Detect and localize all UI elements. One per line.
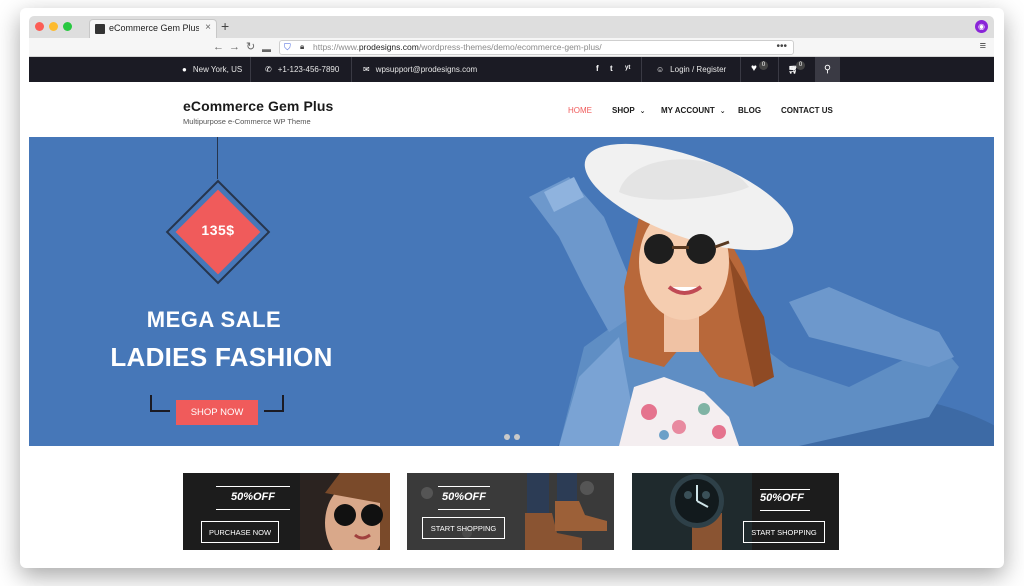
chevron-down-icon: ⌄ [719,108,726,115]
address-bar[interactable]: ⛉ 🔒︎ https://www.prodesigns.com/wordpres… [279,40,794,55]
menu-item-blog[interactable]: BLOG [738,106,761,115]
promo-image-watch [632,473,752,550]
hero-headline-1: MEGA SALE [146,307,282,332]
url-prefix: https://www. [313,42,359,52]
purchase-now-button[interactable]: PURCHASE NOW [201,521,279,543]
location-text: New York, US [192,65,243,74]
url-domain: prodesigns.com [358,42,419,52]
user-icon: ☺ [656,65,665,74]
slider-dot[interactable] [514,434,520,440]
reload-icon[interactable]: ↻ [246,40,255,54]
hero-slider: 135$ MEGA SALE LADIES FASHION SHOP NOW [29,137,994,446]
phone-text: +1-123-456-7890 [277,65,340,74]
divider [760,489,810,490]
promo-card[interactable]: 50%OFF START SHOPPING [632,473,839,550]
divider [216,509,290,510]
menu-item-label: SHOP [612,106,635,115]
site-title[interactable]: eCommerce Gem Plus [183,98,333,114]
divider [438,486,490,487]
close-window-button[interactable] [35,22,44,31]
promo-card[interactable]: 50%OFF START SHOPPING [407,473,614,550]
phone-icon: ✆ [265,65,272,74]
tab-title: eCommerce Gem Plus – P [109,23,199,33]
divider [740,57,741,82]
divider [250,57,251,82]
slider-pagination [504,427,524,445]
browser-tab-bar: eCommerce Gem Plus – P × + ◉ [29,16,994,38]
location-info: ● New York, US [182,65,242,74]
phone-info[interactable]: ✆ +1-123-456-7890 [265,65,339,74]
divider [216,486,290,487]
minimize-window-button[interactable] [49,22,58,31]
promo-discount: 50%OFF [441,491,486,503]
site-tagline: Multipurpose e-Commerce WP Theme [183,117,311,126]
menu-item-contact-us[interactable]: CONTACT US [781,106,833,115]
divider [351,57,352,82]
flag-icon[interactable]: ▬ [262,42,271,56]
hamburger-menu-icon[interactable]: ≡ [980,40,986,52]
page-actions-icon[interactable]: ••• [776,41,787,52]
wishlist-count-badge: 0 [759,61,768,70]
divider [778,57,779,82]
promo-card[interactable]: 50%OFF PURCHASE NOW [183,473,390,550]
email-info[interactable]: ✉ wpsupport@prodesigns.com [363,65,477,74]
tab-close-icon[interactable]: × [205,22,211,33]
price-tag-string [217,137,218,179]
cart-count-badge: 0 [796,61,805,70]
new-tab-button[interactable]: + [221,19,229,33]
browser-toolbar: ← → ↻ ▬ ⛉ 🔒︎ https://www.prodesigns.com/… [29,38,994,57]
lock-icon[interactable]: 🔒︎ [300,42,304,52]
chevron-down-icon: ⌄ [639,108,646,115]
divider [760,510,810,511]
menu-item-label: MY ACCOUNT [661,106,715,115]
map-pin-icon: ● [182,65,187,74]
menu-item-home[interactable]: HOME [568,106,592,115]
decorative-bracket-left [150,395,170,412]
shield-icon[interactable]: ⛉ [284,42,291,53]
price-label: 135$ [201,222,235,238]
top-info-bar: ● New York, US ✆ +1-123-456-7890 ✉ wpsuppor… [29,57,994,82]
heart-icon[interactable]: ♥ [751,63,757,74]
browser-tab-active[interactable]: eCommerce Gem Plus – P × [89,19,217,38]
decorative-bracket-right [264,395,284,412]
menu-item-shop[interactable]: SHOP ⌄ [612,106,646,115]
url-path: /wordpress-themes/demo/ecommerce-gem-plu… [418,42,602,52]
login-link[interactable]: ☺ Login / Register [656,65,726,74]
start-shopping-button[interactable]: START SHOPPING [422,517,505,539]
browser-window: eCommerce Gem Plus – P × + ◉ ← → ↻ ▬ ⛉ 🔒… [29,16,994,550]
shop-now-button[interactable]: SHOP NOW [176,400,258,425]
hero-headline-2: LADIES FASHION [110,342,333,372]
login-text: Login / Register [670,65,727,74]
envelope-icon: ✉ [363,65,370,74]
menu-item-my-account[interactable]: MY ACCOUNT ⌄ [661,106,726,115]
email-text: wpsupport@prodesigns.com [375,65,478,74]
site-header: eCommerce Gem Plus Multipurpose e-Commer… [29,82,994,137]
promo-discount: 50%OFF [230,491,275,503]
promo-discount: 50%OFF [759,492,804,504]
site-favicon-icon [95,24,105,34]
back-arrow-icon[interactable]: ← [213,40,224,54]
slider-dot[interactable] [504,434,510,440]
start-shopping-button[interactable]: START SHOPPING [743,521,825,543]
promo-image-sunglasses-model [300,473,390,550]
maximize-window-button[interactable] [63,22,72,31]
extension-mask-icon[interactable]: ◉ [975,20,988,33]
url-text[interactable]: https://www.prodesigns.com/wordpress-the… [313,42,602,52]
divider [641,57,642,82]
divider [438,509,490,510]
facebook-icon[interactable]: f [596,64,599,73]
search-icon[interactable]: ⚲ [815,57,840,82]
forward-arrow-icon[interactable]: → [229,40,240,54]
twitter-icon[interactable]: t [610,64,613,73]
youtube-icon[interactable]: yt [625,65,630,71]
hero-model-image [529,143,994,446]
